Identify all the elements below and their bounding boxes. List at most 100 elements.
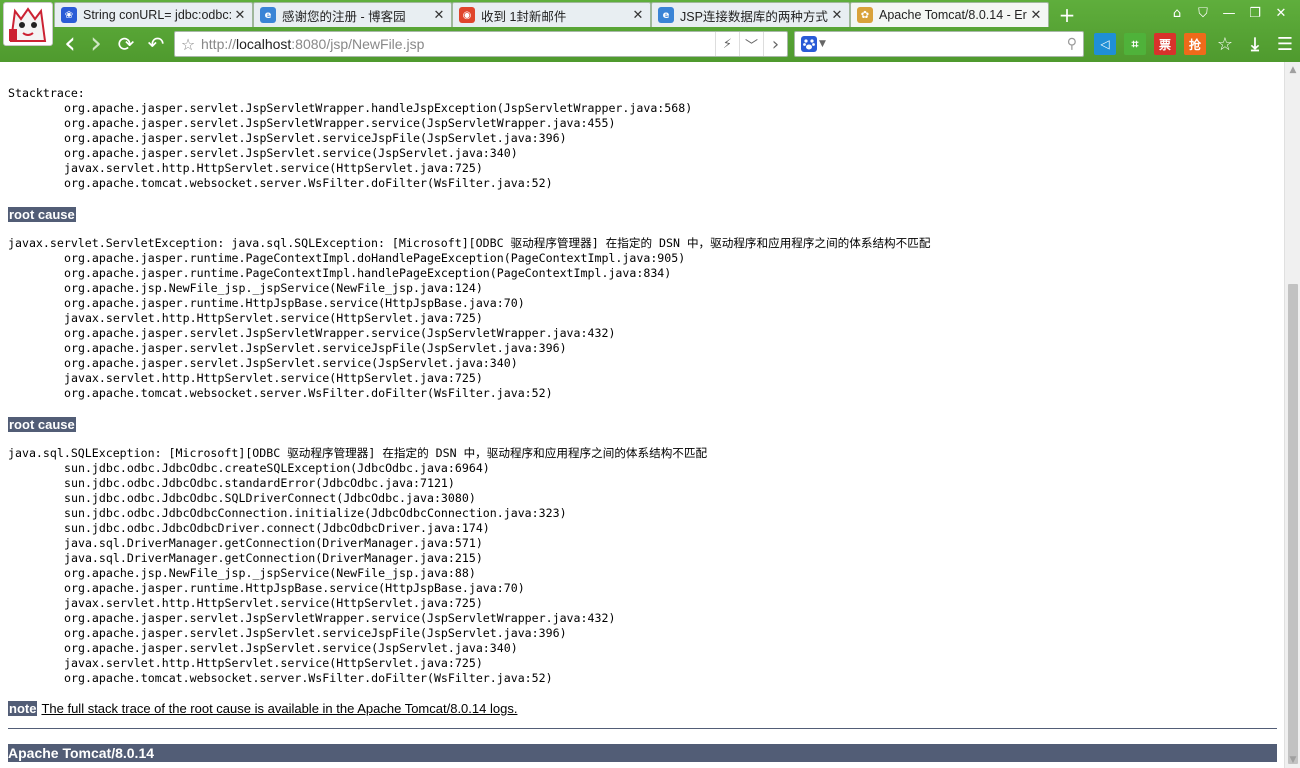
stack-frame: sun.jdbc.odbc.JdbcOdbc.standardError(Jdb… [64,476,455,490]
url-input[interactable]: http://localhost:8080/jsp/NewFile.jsp [201,36,715,52]
browser-tab[interactable]: e 感谢您的注册 - 博客园 ✕ [253,2,452,27]
tab-title: 感谢您的注册 - 博客园 [282,9,406,24]
crop-icon[interactable]: ⌗ [1124,33,1146,55]
browser-tab[interactable]: ◉ 收到 1封新邮件 ✕ [452,2,651,27]
ticket-icon[interactable]: 票 [1154,33,1176,55]
stack-frame: org.apache.jasper.runtime.HttpJspBase.se… [64,581,525,595]
browser-tab[interactable]: ❀ String conURL= jdbc:odbc: ✕ [54,2,253,27]
stack-frame: java.sql.DriverManager.getConnection(Dri… [64,551,483,565]
stack-frame: javax.servlet.http.HttpServlet.service(H… [64,161,483,175]
browser-e-icon: e [260,7,276,23]
minimize-button[interactable]: — [1216,2,1242,24]
window-controls: ⌂ ⛉ — ❐ ✕ [1164,2,1294,24]
server-footer: Apache Tomcat/8.0.14 [8,744,1277,762]
stack-frame: sun.jdbc.odbc.JdbcOdbc.createSQLExceptio… [64,461,490,475]
scroll-down-icon[interactable]: ▼ [1285,752,1300,768]
vertical-scrollbar[interactable]: ▲ ▼ [1284,62,1300,768]
navigation-row: ‹ › ⟳ ↶ ☆ http://localhost:8080/jsp/NewF… [54,29,1300,59]
note-row: note The full stack trace of the root cau… [8,700,1277,716]
maximize-button[interactable]: ❐ [1242,2,1268,24]
skin-icon[interactable]: ⌂ [1164,2,1190,24]
stacktrace-header: Stacktrace: [8,86,85,100]
root-cause-2-block: sun.jdbc.odbc.JdbcOdbc.createSQLExceptio… [8,461,1277,686]
tab-title: JSP连接数据库的两种方式 [680,9,828,24]
stack-frame: org.apache.jasper.servlet.JspServlet.ser… [64,626,567,640]
stack-frame: org.apache.jasper.servlet.JspServletWrap… [64,326,616,340]
url-host: localhost [236,36,292,52]
search-box[interactable]: ▼ ⚲ [794,31,1084,57]
stack-frame: javax.servlet.http.HttpServlet.service(H… [64,311,483,325]
root-cause-1-message: javax.servlet.ServletException: java.sql… [8,236,931,250]
search-icon[interactable]: ⚲ [1067,36,1077,52]
new-tab-button[interactable]: + [1055,3,1079,27]
stack-frame: sun.jdbc.odbc.JdbcOdbcDriver.connect(Jdb… [64,521,490,535]
back-button[interactable]: ‹ [58,29,82,59]
stack-frame: org.apache.jasper.runtime.PageContextImp… [64,266,672,280]
avatar-icon [5,3,51,45]
stack-frame: sun.jdbc.odbc.JdbcOdbc.SQLDriverConnect(… [64,491,476,505]
stack-frame: org.apache.jasper.servlet.JspServletWrap… [64,101,693,115]
stack-frame: sun.jdbc.odbc.JdbcOdbcConnection.initial… [64,506,567,520]
stack-frame: org.apache.jasper.servlet.JspServletWrap… [64,116,616,130]
toolbar-icons: ◁ ⌗ 票抢 ☆ ⤓ ☰ [1090,31,1300,55]
note-label: note [8,701,38,716]
tab-title: 收到 1封新邮件 [481,9,567,24]
refresh-button[interactable]: ⟳ [114,32,138,56]
menu-icon[interactable]: ☰ [1274,33,1296,55]
close-tab-icon[interactable]: ✕ [232,7,248,23]
url-dropdown-icon[interactable]: ﹀ [739,32,763,56]
root-cause-label: root cause [8,207,76,222]
close-window-button[interactable]: ✕ [1268,2,1294,24]
url-path: :8080/jsp/NewFile.jsp [291,36,425,52]
root-cause-1-block: org.apache.jasper.runtime.PageContextImp… [8,251,1277,401]
error-page: Stacktrace: org.apache.jasper.servlet.Js… [0,62,1284,768]
baidu-paw-icon: ❀ [61,7,77,23]
shirt-icon[interactable]: ⛉ [1190,2,1216,24]
tab-title: Apache Tomcat/8.0.14 - Er [879,8,1027,22]
tab-strip: ❀ String conURL= jdbc:odbc: ✕ e 感谢您的注册 - 博客园… [54,2,1079,28]
close-tab-icon[interactable]: ✕ [1028,7,1044,23]
stack-frame: org.apache.tomcat.websocket.server.WsFil… [64,386,553,400]
favorites-icon[interactable]: ☆ [1214,33,1236,55]
download-icon[interactable]: ⤓ [1244,33,1266,55]
url-scheme: http:// [201,36,237,52]
root-cause-label: root cause [8,417,76,432]
scroll-thumb[interactable] [1288,284,1298,764]
close-tab-icon[interactable]: ✕ [829,7,845,23]
scroll-up-icon[interactable]: ▲ [1285,62,1300,78]
stack-frame: javax.servlet.http.HttpServlet.service(H… [64,596,483,610]
stack-frame: org.apache.jasper.runtime.HttpJspBase.se… [64,296,525,310]
stacktrace-block: org.apache.jasper.servlet.JspServletWrap… [8,101,1277,191]
stack-frame: org.apache.jasper.servlet.JspServlet.ser… [64,356,518,370]
stack-frame: org.apache.jasper.servlet.JspServlet.ser… [64,131,567,145]
browser-tab[interactable]: ✿ Apache Tomcat/8.0.14 - Er ✕ [850,2,1049,27]
stack-frame: javax.servlet.http.HttpServlet.service(H… [64,371,483,385]
forward-button[interactable]: › [84,29,108,59]
browser-e-icon: e [658,7,674,23]
baidu-paw-icon[interactable]: ▼ [801,36,826,52]
note-text[interactable]: The full stack trace of the root cause i… [41,701,517,716]
user-avatar[interactable] [3,2,53,46]
stack-frame: org.apache.tomcat.websocket.server.WsFil… [64,176,553,190]
stack-frame: org.apache.tomcat.websocket.server.WsFil… [64,671,553,685]
undo-close-button[interactable]: ↶ [144,32,168,56]
address-bar[interactable]: ☆ http://localhost:8080/jsp/NewFile.jsp … [174,31,788,57]
stack-frame: java.sql.DriverManager.getConnection(Dri… [64,536,483,550]
stack-frame: org.apache.jasper.servlet.JspServlet.ser… [64,146,518,160]
tomcat-icon: ✿ [857,7,873,23]
grab-icon[interactable]: 抢 [1184,33,1206,55]
go-button[interactable]: › [763,32,787,56]
stack-frame: org.apache.jasper.runtime.PageContextImp… [64,251,686,265]
bookmark-star-icon[interactable]: ☆ [175,35,201,54]
url-actions: ⚡ ﹀ › [715,32,787,56]
sidebar-icon[interactable]: ◁ [1094,33,1116,55]
close-tab-icon[interactable]: ✕ [431,7,447,23]
stack-frame: org.apache.jasper.servlet.JspServlet.ser… [64,641,518,655]
stack-frame: org.apache.jasper.servlet.JspServletWrap… [64,611,616,625]
close-tab-icon[interactable]: ✕ [630,7,646,23]
browser-tab[interactable]: e JSP连接数据库的两种方式 ✕ [651,2,850,27]
stack-frame: org.apache.jsp.NewFile_jsp._jspService(N… [64,281,483,295]
browser-chrome: ❀ String conURL= jdbc:odbc: ✕ e 感谢您的注册 - 博客园… [0,0,1300,62]
stack-frame: org.apache.jsp.NewFile_jsp._jspService(N… [64,566,476,580]
lightning-icon[interactable]: ⚡ [715,32,739,56]
